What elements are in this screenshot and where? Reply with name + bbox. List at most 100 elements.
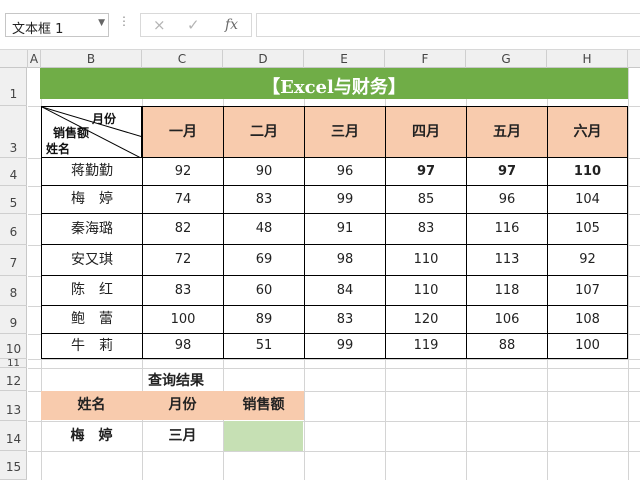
table-cell[interactable]: 97	[466, 157, 548, 186]
table-cell[interactable]: 110	[385, 244, 467, 276]
table-cell[interactable]: 97	[385, 157, 467, 186]
table-cell[interactable]: 108	[547, 305, 628, 334]
formula-input[interactable]	[256, 13, 640, 37]
diagonal-label-name: 姓名	[46, 142, 71, 156]
row-header-8[interactable]: 8	[0, 276, 27, 306]
row-header-14[interactable]: 14	[0, 421, 27, 451]
title-banner[interactable]: 【Excel与财务】	[40, 68, 628, 99]
table-row-name[interactable]: 牛 莉	[41, 333, 143, 359]
query-header-name[interactable]: 姓名	[41, 391, 142, 420]
header-month-2[interactable]: 二月	[223, 106, 305, 158]
column-header-f[interactable]: F	[385, 50, 466, 68]
row-header-12[interactable]: 12	[0, 368, 27, 391]
table-cell[interactable]: 100	[547, 333, 628, 359]
table-cell[interactable]: 83	[304, 305, 386, 334]
table-cell[interactable]: 91	[304, 213, 386, 245]
column-header-d[interactable]: D	[223, 50, 304, 68]
table-cell[interactable]: 105	[547, 213, 628, 245]
column-header-c[interactable]: C	[142, 50, 223, 68]
header-month-5[interactable]: 五月	[466, 106, 548, 158]
column-header-g[interactable]: G	[466, 50, 547, 68]
table-cell[interactable]: 51	[223, 333, 305, 359]
row-header-9[interactable]: 9	[0, 306, 27, 334]
table-cell[interactable]: 74	[142, 185, 224, 214]
query-month-value[interactable]: 三月	[142, 421, 223, 451]
table-cell[interactable]: 110	[547, 157, 628, 186]
table-cell[interactable]: 110	[385, 275, 467, 306]
table-cell[interactable]: 96	[304, 157, 386, 186]
query-header-month[interactable]: 月份	[142, 391, 223, 420]
row-header-7[interactable]: 7	[0, 245, 27, 276]
column-header-a[interactable]: A	[28, 50, 41, 68]
table-cell[interactable]: 60	[223, 275, 305, 306]
table-row-name[interactable]: 鲍 蕾	[41, 305, 143, 334]
name-box-value: 文本框 1	[12, 22, 64, 37]
diagonal-header-cell[interactable]: 月份 销售额 姓名	[41, 106, 143, 159]
table-cell[interactable]: 84	[304, 275, 386, 306]
query-header-sales[interactable]: 销售额	[223, 391, 304, 420]
table-cell[interactable]: 88	[466, 333, 548, 359]
chevron-down-icon[interactable]: ▼	[98, 18, 105, 28]
diagonal-label-sales: 销售额	[53, 126, 90, 140]
row-header-13[interactable]: 13	[0, 391, 27, 421]
header-month-6[interactable]: 六月	[547, 106, 628, 158]
query-name-value[interactable]: 梅 婷	[41, 421, 142, 451]
enter-icon[interactable]: ✓	[187, 16, 200, 34]
table-cell[interactable]: 119	[385, 333, 467, 359]
table-row-name[interactable]: 蒋勤勤	[41, 157, 143, 186]
table-cell[interactable]: 48	[223, 213, 305, 245]
row-header-1[interactable]: 1	[0, 68, 27, 106]
formula-controls: × ✓ fx	[140, 13, 252, 37]
column-headers: A B C D E F G H	[0, 50, 640, 68]
table-cell[interactable]: 118	[466, 275, 548, 306]
table-cell[interactable]: 120	[385, 305, 467, 334]
table-cell[interactable]: 83	[385, 213, 467, 245]
column-header-h[interactable]: H	[547, 50, 628, 68]
cancel-icon[interactable]: ×	[153, 16, 166, 34]
table-cell[interactable]: 85	[385, 185, 467, 214]
table-cell[interactable]: 72	[142, 244, 224, 276]
table-cell[interactable]: 92	[142, 157, 224, 186]
name-box[interactable]: 文本框 1 ▼	[5, 13, 109, 37]
table-row-name[interactable]: 秦海璐	[41, 213, 143, 245]
table-cell[interactable]: 96	[466, 185, 548, 214]
column-header-e[interactable]: E	[304, 50, 385, 68]
table-cell[interactable]: 106	[466, 305, 548, 334]
table-row-name[interactable]: 陈 红	[41, 275, 143, 306]
table-cell[interactable]: 98	[304, 244, 386, 276]
row-header-6[interactable]: 6	[0, 214, 27, 245]
table-cell[interactable]: 99	[304, 333, 386, 359]
table-cell[interactable]: 89	[223, 305, 305, 334]
table-row-name[interactable]: 梅 婷	[41, 185, 143, 214]
table-row-name[interactable]: 安又琪	[41, 244, 143, 276]
table-cell[interactable]: 98	[142, 333, 224, 359]
table-cell[interactable]: 90	[223, 157, 305, 186]
table-cell[interactable]: 104	[547, 185, 628, 214]
row-header-10[interactable]: 10	[0, 334, 27, 359]
row-header-11[interactable]: 11	[0, 359, 27, 369]
table-cell[interactable]: 83	[223, 185, 305, 214]
header-month-4[interactable]: 四月	[385, 106, 467, 158]
row-header-4[interactable]: 4	[0, 158, 27, 186]
row-header-15[interactable]: 15	[0, 451, 27, 480]
table-cell[interactable]: 69	[223, 244, 305, 276]
row-header-5[interactable]: 5	[0, 186, 27, 214]
table-cell[interactable]: 116	[466, 213, 548, 245]
select-all-corner[interactable]	[0, 50, 28, 68]
row-header-3[interactable]: 3	[0, 106, 27, 158]
header-month-3[interactable]: 三月	[304, 106, 386, 158]
table-cell[interactable]: 92	[547, 244, 628, 276]
table-cell[interactable]: 107	[547, 275, 628, 306]
insert-function-icon[interactable]: fx	[225, 17, 238, 33]
sheet-title: 【Excel与财务】	[262, 77, 406, 98]
header-month-1[interactable]: 一月	[142, 106, 224, 158]
row-headers: 1 3 4 5 6 7 8 9 10 11 12 13 14 15	[0, 68, 27, 480]
table-cell[interactable]: 100	[142, 305, 224, 334]
more-options-icon[interactable]: ⋮	[118, 14, 130, 28]
table-cell[interactable]: 82	[142, 213, 224, 245]
table-cell[interactable]: 99	[304, 185, 386, 214]
table-cell[interactable]: 113	[466, 244, 548, 276]
column-header-b[interactable]: B	[41, 50, 142, 68]
table-cell[interactable]: 83	[142, 275, 224, 306]
query-result-cell[interactable]	[224, 421, 303, 451]
